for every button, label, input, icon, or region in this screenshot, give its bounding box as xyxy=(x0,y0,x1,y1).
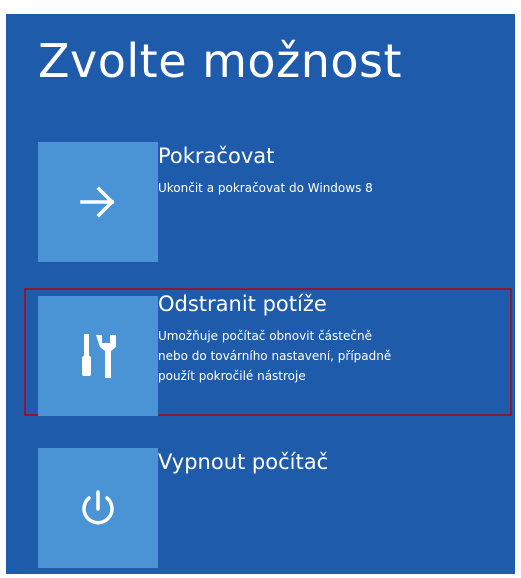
continue-description: Ukončit a pokračovat do Windows 8 xyxy=(158,181,373,195)
troubleshoot-tile[interactable] xyxy=(38,296,158,416)
power-icon xyxy=(82,490,114,525)
cropped-caption xyxy=(0,0,521,14)
troubleshoot-title: Odstranit potíže xyxy=(158,292,327,316)
arrow-right-icon xyxy=(80,186,115,218)
recovery-screen: Zvolte možnost Pokračovat Ukončit a pokr… xyxy=(6,14,515,574)
continue-option[interactable]: Pokračovat Ukončit a pokračovat do Windo… xyxy=(38,142,500,266)
troubleshoot-description: Umožňuje počítač obnovit částečně nebo d… xyxy=(158,329,392,383)
power-off-option[interactable]: Vypnout počítač xyxy=(38,448,500,572)
troubleshoot-option[interactable]: Odstranit potíže Umožňuje počítač obnovi… xyxy=(24,288,512,416)
page-title: Zvolte možnost xyxy=(38,34,403,88)
continue-tile[interactable] xyxy=(38,142,158,262)
continue-title: Pokračovat xyxy=(158,144,275,168)
power-off-tile[interactable] xyxy=(38,448,158,568)
tools-icon xyxy=(82,334,116,378)
power-off-title: Vypnout počítač xyxy=(158,450,329,474)
